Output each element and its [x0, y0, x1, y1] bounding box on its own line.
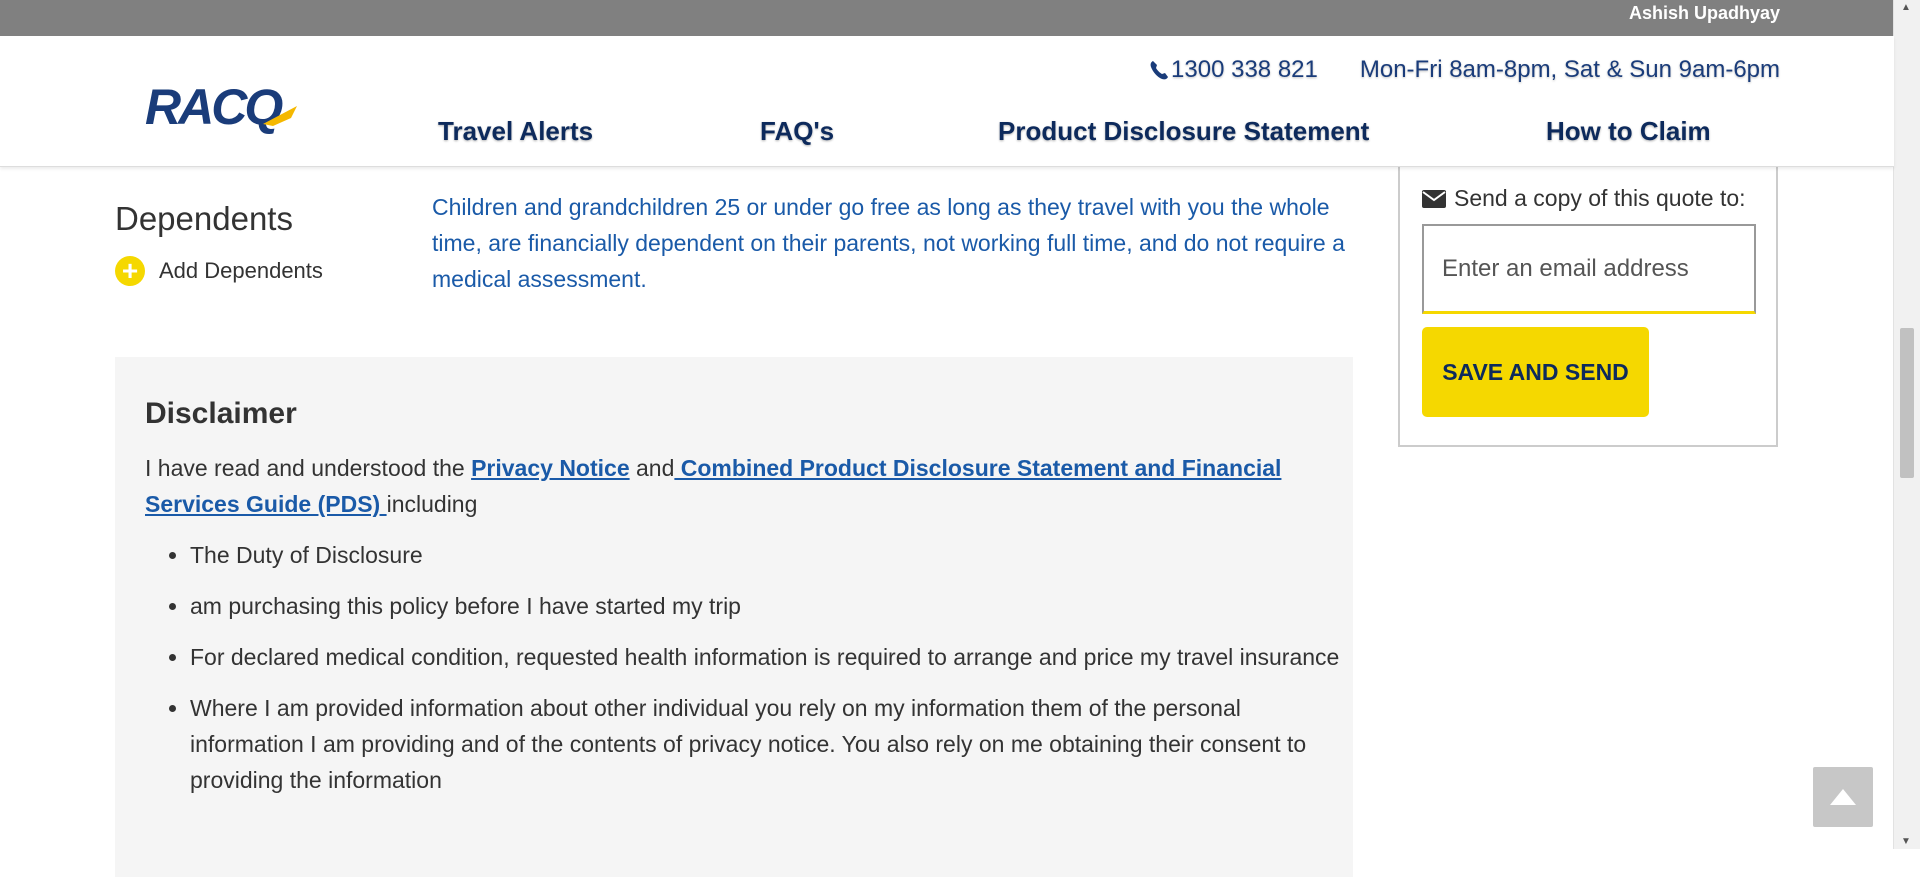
- nav-faqs[interactable]: FAQ's: [760, 116, 834, 147]
- list-item: Where I am provided information about ot…: [190, 690, 1350, 798]
- phone-number[interactable]: 1300 338 821: [1171, 56, 1318, 84]
- email-input[interactable]: [1422, 224, 1756, 314]
- nav-travel-alerts[interactable]: Travel Alerts: [438, 116, 593, 147]
- mail-icon: [1422, 189, 1446, 208]
- add-dependents-button[interactable]: + Add Dependents: [115, 256, 323, 286]
- add-dependents-label: Add Dependents: [159, 258, 323, 283]
- nav-product-disclosure-statement[interactable]: Product Disclosure Statement: [998, 116, 1369, 147]
- disclaimer-list: The Duty of Disclosure am purchasing thi…: [145, 537, 1350, 813]
- list-item: The Duty of Disclosure: [190, 537, 1350, 573]
- chevron-up-icon: [1830, 789, 1856, 805]
- site-header: RACQ 1300 338 821 Mon-Fri 8am-8pm, Sat &…: [0, 36, 1894, 167]
- scroll-down-arrow-icon[interactable]: ▼: [1901, 836, 1911, 847]
- phone-icon: [1150, 61, 1169, 80]
- dependents-title: Dependents: [115, 200, 293, 237]
- scroll-up-arrow-icon[interactable]: ▲: [1901, 2, 1911, 13]
- user-name[interactable]: Ashish Upadhyay: [1629, 3, 1780, 24]
- svg-text:RACQ: RACQ: [145, 79, 283, 135]
- list-item: For declared medical condition, requeste…: [190, 639, 1350, 675]
- racq-logo[interactable]: RACQ: [145, 78, 315, 138]
- send-quote-text: Send a copy of this quote to:: [1454, 185, 1746, 211]
- contact-info: 1300 338 821 Mon-Fri 8am-8pm, Sat & Sun …: [1149, 56, 1780, 84]
- list-item: am purchasing this policy before I have …: [190, 588, 1350, 624]
- scrollbar-thumb[interactable]: [1900, 328, 1914, 478]
- disclaimer-section: Disclaimer I have read and understood th…: [115, 357, 1353, 877]
- disclaimer-and-text: and: [629, 455, 675, 481]
- nav-how-to-claim[interactable]: How to Claim: [1546, 116, 1711, 147]
- disclaimer-intro: I have read and understood the Privacy N…: [145, 450, 1285, 522]
- disclaimer-intro-prefix: I have read and understood the: [145, 455, 472, 481]
- disclaimer-suffix: including: [386, 491, 478, 517]
- send-quote-label: Send a copy of this quote to:: [1422, 185, 1746, 212]
- page-scrollbar[interactable]: ▲ ▼: [1893, 0, 1920, 849]
- send-quote-panel: Send a copy of this quote to: SAVE AND S…: [1398, 150, 1778, 447]
- disclaimer-title: Disclaimer: [145, 397, 297, 430]
- plus-circle-icon: +: [115, 256, 145, 286]
- top-bar: Ashish Upadhyay: [0, 0, 1894, 36]
- save-and-send-button[interactable]: SAVE AND SEND: [1422, 327, 1649, 417]
- back-to-top-button[interactable]: [1813, 767, 1873, 827]
- opening-hours: Mon-Fri 8am-8pm, Sat & Sun 9am-6pm: [1359, 56, 1780, 83]
- dependents-description: Children and grandchildren 25 or under g…: [432, 194, 1345, 292]
- privacy-notice-link[interactable]: Privacy Notice: [471, 455, 630, 481]
